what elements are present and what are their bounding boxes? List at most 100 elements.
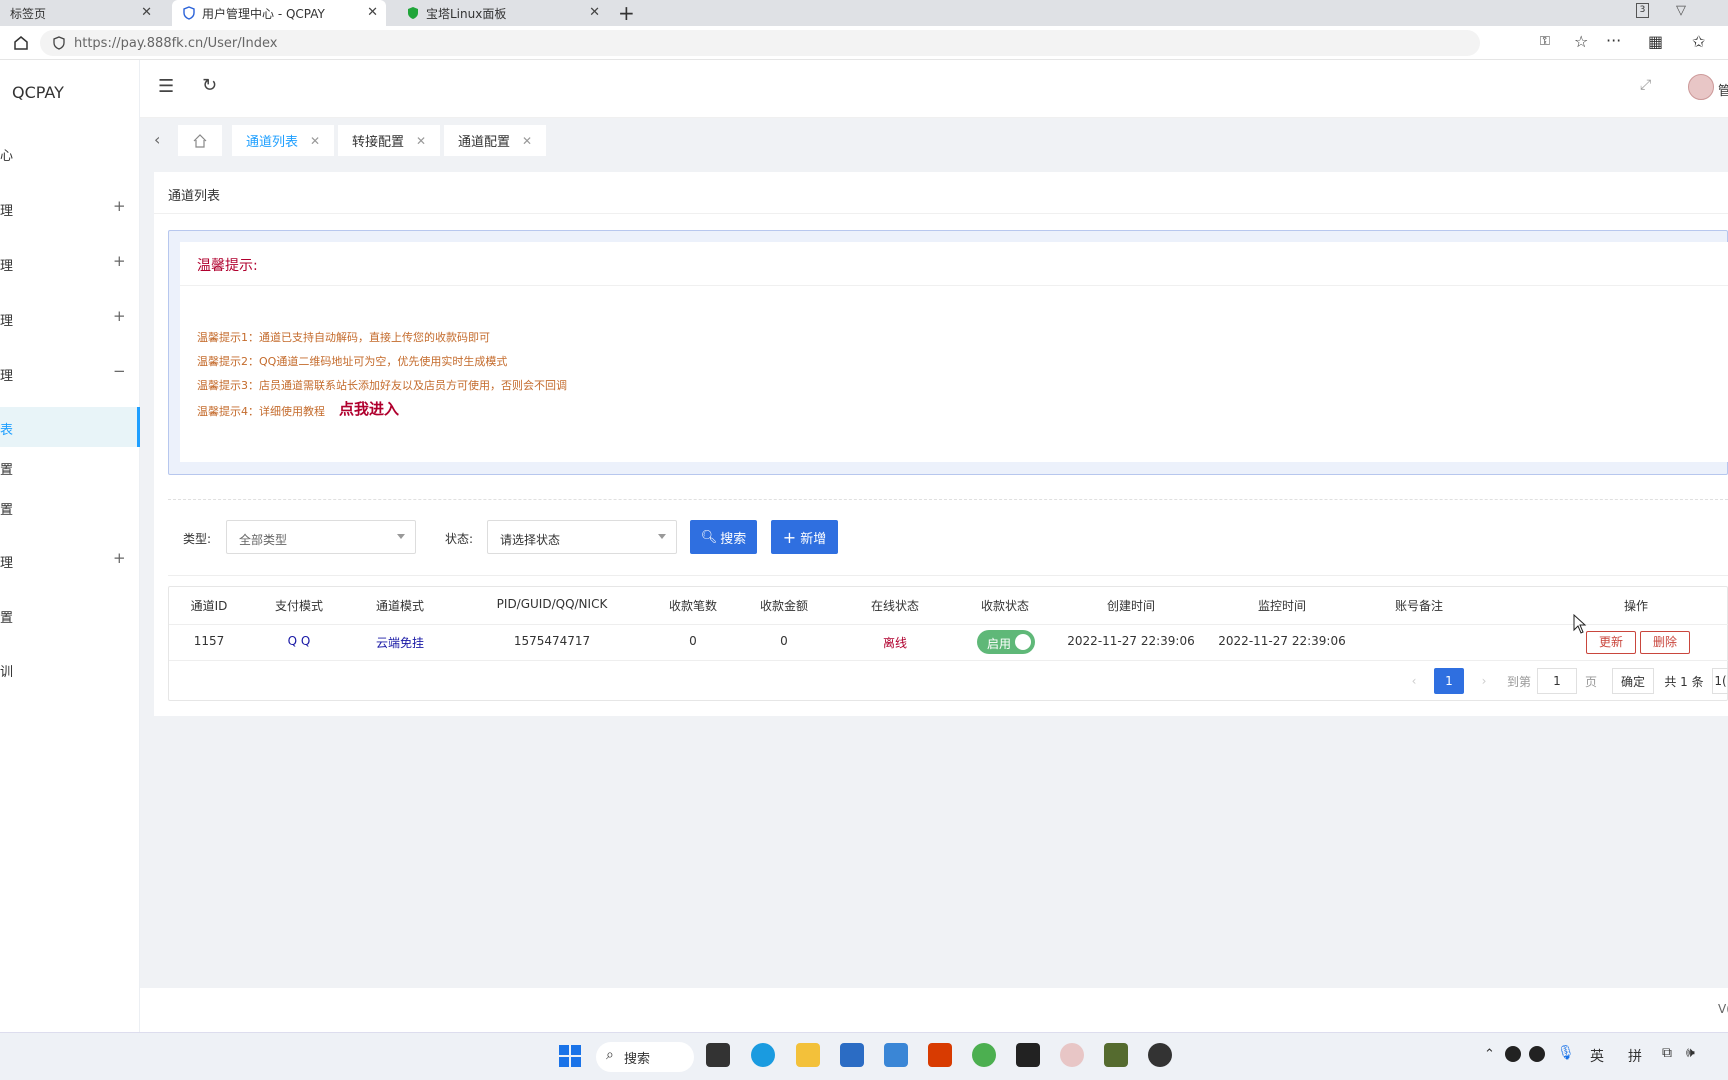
close-icon[interactable]: ✕ [416,134,426,148]
ime-lang[interactable]: 英 [1590,1046,1604,1066]
close-icon[interactable]: ✕ [367,5,378,20]
sidebar-item[interactable]: 理 + [0,298,140,338]
cell-monitor: 2022-11-27 22:39:06 [1218,634,1346,648]
sidebar-item-label: 理 [0,369,14,384]
menu-toggle-icon[interactable]: ☰ [158,76,174,97]
expand-icon[interactable]: + [113,197,126,215]
goto-confirm-button[interactable]: 确定 [1612,668,1654,694]
toggle-knob [1015,634,1031,650]
qq-app-icon[interactable] [1060,1043,1084,1067]
add-button[interactable]: + 新增 [771,520,838,554]
qq-tray-icon[interactable] [1505,1046,1521,1062]
office-icon[interactable] [928,1043,952,1067]
app-header: ☰ ↻ ⤢ 管 [140,60,1728,118]
tab-transfer-config[interactable]: 转接配置 ✕ [338,125,441,156]
more-icon[interactable]: ··· [1606,31,1621,50]
sidebar-item[interactable]: 训 [0,649,140,689]
status-select-value: 请选择状态 [500,533,561,547]
tab-channel-config[interactable]: 通道配置 ✕ [444,125,547,156]
key-icon[interactable]: ⚿ [1540,34,1550,49]
close-icon[interactable]: ✕ [522,134,532,148]
next-page-icon[interactable]: › [1476,668,1492,694]
shield-icon[interactable] [52,36,66,50]
plus-icon: + [782,527,797,547]
store-icon[interactable] [840,1043,864,1067]
expand-icon[interactable]: + [113,549,126,567]
page-current[interactable]: 1 [1434,668,1464,694]
new-tab-button[interactable]: + [618,1,635,25]
sidebar-item-label: 理 [0,314,14,329]
type-select[interactable]: 全部类型 [226,520,416,554]
sidebar-item-label: 理 [0,556,14,571]
browser-tab-active[interactable]: 用户管理中心 - QCPAY ✕ [172,0,386,26]
sidebar-subitem[interactable]: 置 [0,487,140,527]
toggle-label: 启用 [987,637,1012,651]
tray-chevron-icon[interactable]: ⌃ [1484,1047,1495,1062]
delete-button[interactable]: 删除 [1640,631,1690,654]
goto-label: 到第 [1506,674,1531,689]
url-field[interactable]: https://pay.888fk.cn/User/Index [40,30,1480,56]
sidebar: QCPAY 心 理 + 理 + 理 + 理 − 表 置 置 理 + 置 训 [0,60,140,1036]
expand-icon[interactable]: + [113,252,126,270]
expand-icon[interactable]: + [113,307,126,325]
fullscreen-icon[interactable]: ⤢ [1640,77,1651,93]
tab-channel-list[interactable]: 通道列表 ✕ [232,125,335,156]
tab-label: 宝塔Linux面板 [426,6,507,21]
edge-icon[interactable] [751,1043,775,1067]
cell-count: 0 [689,634,697,648]
volume-icon[interactable]: 🕪︎ [1686,1045,1695,1061]
sidebar-item-label: 置 [0,503,14,518]
close-icon[interactable]: ✕ [141,5,152,20]
chevron-left-icon[interactable]: ‹ [154,130,160,149]
sidebar-item[interactable]: 理 + [0,540,140,580]
sidebar-item[interactable]: 心 [0,133,140,173]
obs-icon[interactable] [1148,1043,1172,1067]
sidebar-item[interactable]: 理 + [0,188,140,228]
column-header: 账号备注 [1394,599,1444,613]
app-g-icon[interactable] [1016,1043,1040,1067]
search-button[interactable]: 🔍︎ 搜索 [690,520,757,554]
favorites-icon[interactable]: ✩ [1692,32,1705,51]
table-header-divider [169,624,1728,625]
collect-status-toggle[interactable]: 启用 [977,630,1035,654]
update-button[interactable]: 更新 [1586,631,1636,654]
browser-tab[interactable]: 标签页 ✕ [0,0,160,26]
collapse-icon[interactable]: − [113,362,126,380]
home-tab[interactable] [178,125,222,156]
extensions-icon[interactable]: ▦ [1648,32,1663,51]
browser-tab[interactable]: 宝塔Linux面板 ✕ [396,0,608,26]
sidebar-item[interactable]: 理 − [0,353,140,393]
taskbar-search[interactable]: ⌕ 搜索 [596,1042,694,1072]
refresh-icon[interactable]: ↻ [202,75,217,96]
close-icon[interactable]: ✕ [310,134,320,148]
tutorial-link[interactable]: 点我进入 [339,398,399,419]
sidebar-subitem-active[interactable]: 表 [0,407,140,447]
user-name[interactable]: 管 [1718,80,1728,99]
sidebar-item[interactable]: 理 + [0,243,140,283]
taskbar-search-label: 搜索 [624,1051,651,1067]
microphone-icon[interactable]: 🎙︎ [1557,1045,1575,1061]
windows-start-icon[interactable] [558,1044,582,1068]
sidebar-subitem[interactable]: 置 [0,447,140,487]
network-icon[interactable]: ⧉ [1662,1045,1672,1061]
close-icon[interactable]: ✕ [589,5,600,20]
home-icon[interactable] [13,35,29,51]
tab-count-icon[interactable]: 3 [1636,3,1649,18]
game-app-icon[interactable] [1104,1043,1128,1067]
goto-page-input[interactable]: 1 [1537,668,1577,694]
shirt-icon[interactable]: ▽ [1676,3,1686,18]
sidebar-item[interactable]: 置 [0,595,140,635]
chrome-icon[interactable] [972,1043,996,1067]
task-view-icon[interactable] [706,1043,730,1067]
file-explorer-icon[interactable] [796,1043,820,1067]
ime-mode[interactable]: 拼 [1628,1046,1642,1066]
search-icon: ⌕ [606,1047,614,1063]
table-row-divider [169,660,1728,661]
qq-tray-icon[interactable] [1529,1046,1545,1062]
page-size-select[interactable]: 1( [1712,668,1728,694]
prev-page-icon[interactable]: ‹ [1406,668,1422,694]
mail-icon[interactable] [884,1043,908,1067]
avatar[interactable] [1688,74,1714,100]
star-icon[interactable]: ☆ [1574,32,1588,51]
status-select[interactable]: 请选择状态 [487,520,677,554]
